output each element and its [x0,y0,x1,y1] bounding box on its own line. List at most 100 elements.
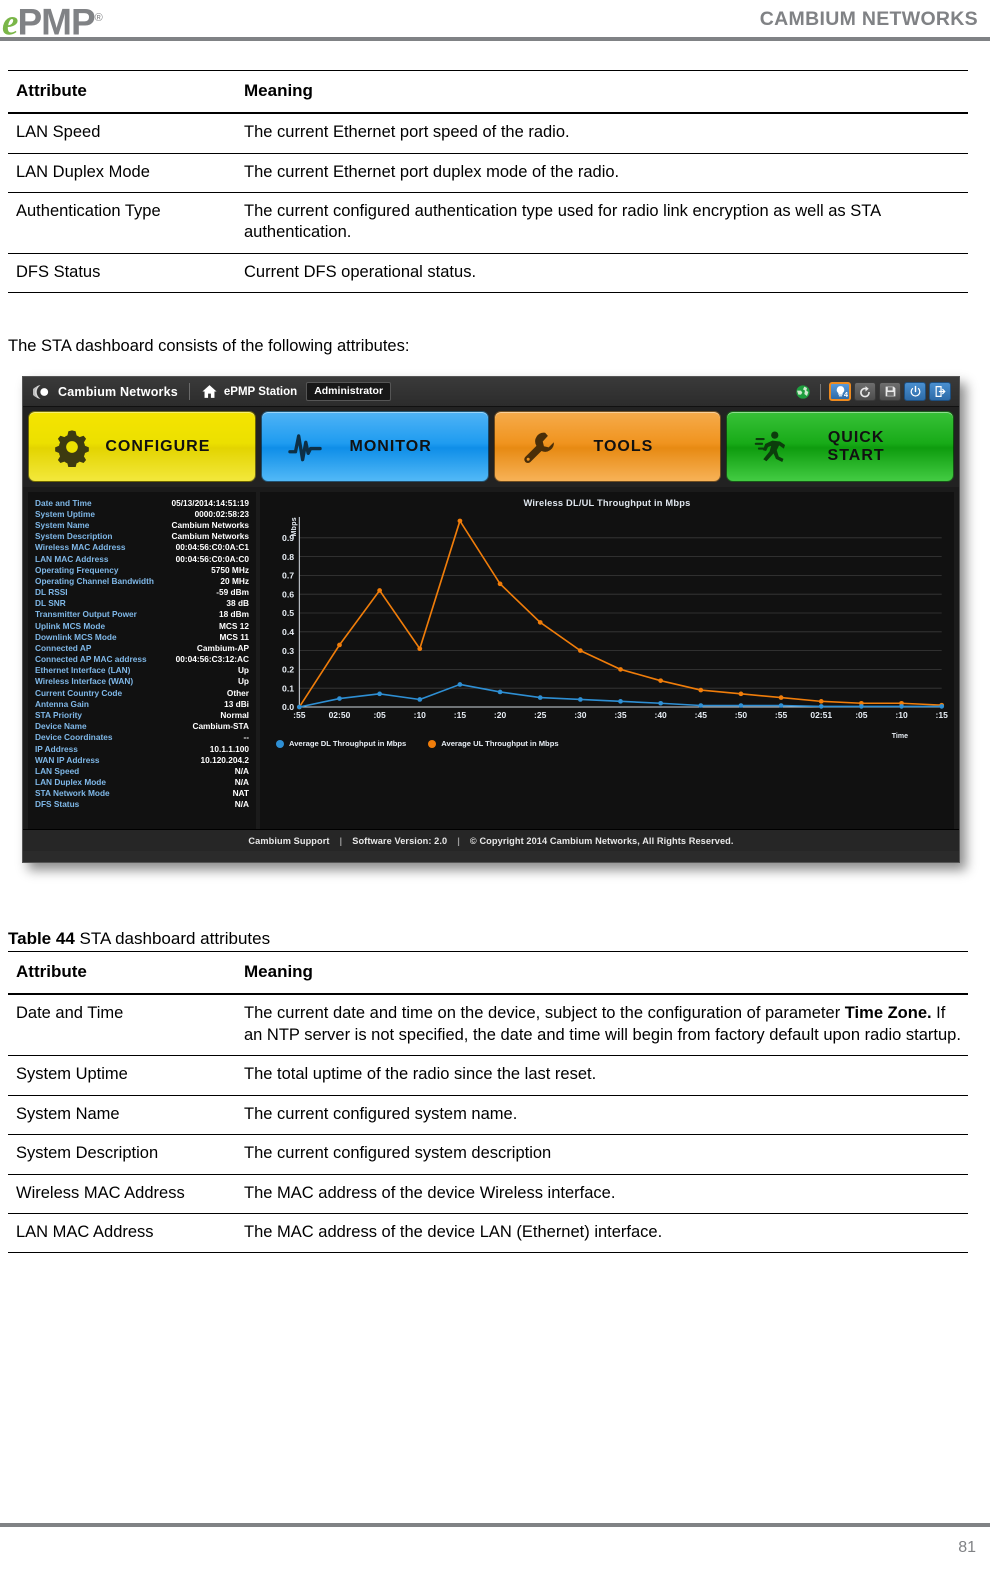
table-caption: Table 44 STA dashboard attributes [8,929,990,949]
status-value: 0000:02:58:23 [194,508,249,519]
status-key: Operating Channel Bandwidth [35,575,154,586]
status-row: Device Name Cambium-STA [34,721,250,732]
status-row: Transmitter Output Power 18 dBm [34,609,250,620]
status-value: 00:04:56:C0:0A:C1 [175,542,249,553]
status-row: Operating Frequency 5750 MHz [34,564,250,575]
status-value: 00:04:56:C3:12:AC [175,654,249,665]
cell-attribute: Date and Time [8,993,236,1056]
topbar-role-badge[interactable]: Administrator [306,382,392,402]
nav-label-tools: TOOLS [593,437,654,455]
status-key: WAN IP Address [35,754,100,765]
status-row: Date and Time 05/13/2014:14:51:19 [34,497,250,508]
chart-y-tick: 0.2 [282,665,294,675]
nav-button-monitor[interactable]: MONITOR [260,411,489,483]
gear-icon [45,427,99,467]
undo-icon[interactable] [854,382,876,402]
chart-y-tick: 0.3 [282,646,294,656]
status-row: Wireless Interface (WAN) Up [34,676,250,687]
status-row: Wireless MAC Address 00:04:56:C0:0A:C1 [34,542,250,553]
status-key: Downlink MCS Mode [35,631,117,642]
status-key: STA Network Mode [35,788,110,799]
power-icon[interactable] [904,382,926,402]
column-header-attribute: Attribute [8,70,236,115]
chart-x-tick: :05 [855,710,868,720]
nav-label-monitor: MONITOR [349,437,432,455]
main-navigation: CONFIGURE MONITOR TOOLS QUICK START [23,407,959,488]
footer-software-version: Software Version: 2.0 [352,835,448,846]
status-row: System Name Cambium Networks [34,520,250,531]
chart-x-tick: :35 [614,710,627,720]
status-key: Operating Frequency [35,564,119,575]
status-key: DFS Status [35,799,80,810]
meaning-text-bold: Time Zone. [844,1004,932,1023]
nav-button-configure[interactable]: CONFIGURE [28,411,256,483]
status-row: LAN Speed N/A [34,765,250,776]
chart-x-tick: 02:50 [329,710,351,720]
status-row: Current Country Code Other [34,687,250,698]
chart-x-tick: :10 [414,710,427,720]
status-value: 10.120.204.2 [200,754,249,765]
chart-x-tick: :40 [654,710,667,720]
topbar-company-name: Cambium Networks [58,384,178,399]
status-row: WAN IP Address 10.120.204.2 [34,754,250,765]
status-value: N/A [234,777,249,788]
status-value: 00:04:56:C0:0A:C0 [175,553,249,564]
lightbulb-icon[interactable]: 4 [829,382,851,402]
status-key: Connected AP [35,642,92,653]
status-row: Connected AP Cambium-AP [34,643,250,654]
table-row: System Description The current configure… [8,1134,968,1175]
save-icon[interactable] [879,382,901,402]
status-row: Downlink MCS Mode MCS 11 [34,631,250,642]
status-key: Connected AP MAC address [35,654,147,665]
cambium-logo-icon [33,383,51,401]
cell-meaning: Current DFS operational status. [236,252,968,294]
logout-icon[interactable] [929,382,951,402]
status-key: System Description [35,531,113,542]
status-row: Device Coordinates -- [34,732,250,743]
status-key: System Name [35,520,90,531]
status-value: 18 dBm [219,609,249,620]
nav-button-quick-start[interactable]: QUICK START [726,411,954,483]
attributes-table-bottom: Attribute Meaning Date and Time The curr… [8,951,968,1254]
chart-x-tick: :30 [574,710,587,720]
chart-y-tick: 0.4 [282,627,294,637]
status-key: Uplink MCS Mode [35,620,106,631]
status-value: Up [237,676,249,687]
chart-x-tick: :55 [293,710,306,720]
table-caption-number: Table 44 [8,929,75,949]
cell-meaning: The current configured system descriptio… [236,1134,968,1175]
table-header-row: Attribute Meaning [8,70,968,115]
footer-support-link[interactable]: Cambium Support [248,836,329,846]
status-row: System Uptime 0000:02:58:23 [34,508,250,519]
status-key: System Uptime [35,508,95,519]
status-value: 13 dBi [224,698,249,709]
wrench-icon [511,428,565,466]
globe-icon[interactable] [795,383,812,400]
status-value: -59 dBm [216,587,249,598]
nav-label-configure: CONFIGURE [105,437,211,455]
status-key: DL SNR [35,598,66,609]
topbar-device-label: ePMP Station [223,385,298,398]
brand-name: CAMBIUM NETWORKS [759,8,978,30]
legend-label-ul: Average UL Throughput in Mbps [441,739,559,749]
pulse-icon [278,428,332,466]
status-row: Antenna Gain 13 dBi [34,698,250,709]
status-key: Antenna Gain [35,698,89,709]
status-key: Wireless Interface (WAN) [35,676,134,687]
table-row: LAN Duplex Mode The current Ethernet por… [8,152,968,193]
cell-attribute: Authentication Type [8,191,236,254]
app-topbar: Cambium Networks ePMP Station Administra… [23,377,959,408]
cell-attribute: LAN Duplex Mode [8,152,236,193]
chart-x-tick: :15 [936,710,949,720]
attributes-table-top: Attribute Meaning LAN Speed The current … [8,70,968,294]
table-row: Date and Time The current date and time … [8,993,968,1056]
status-row: Ethernet Interface (LAN) Up [34,665,250,676]
status-key: LAN MAC Address [35,553,109,564]
column-header-meaning: Meaning [236,951,968,996]
chart-y-tick: 0.1 [282,684,294,694]
status-attributes-panel: Date and Time 05/13/2014:14:51:19 System U… [28,492,256,830]
epmp-dashboard-screenshot: Cambium Networks ePMP Station Administra… [22,376,960,864]
nav-button-tools[interactable]: TOOLS [493,411,722,483]
home-icon[interactable] [201,383,218,400]
table-row: LAN Speed The current Ethernet port spee… [8,112,968,154]
